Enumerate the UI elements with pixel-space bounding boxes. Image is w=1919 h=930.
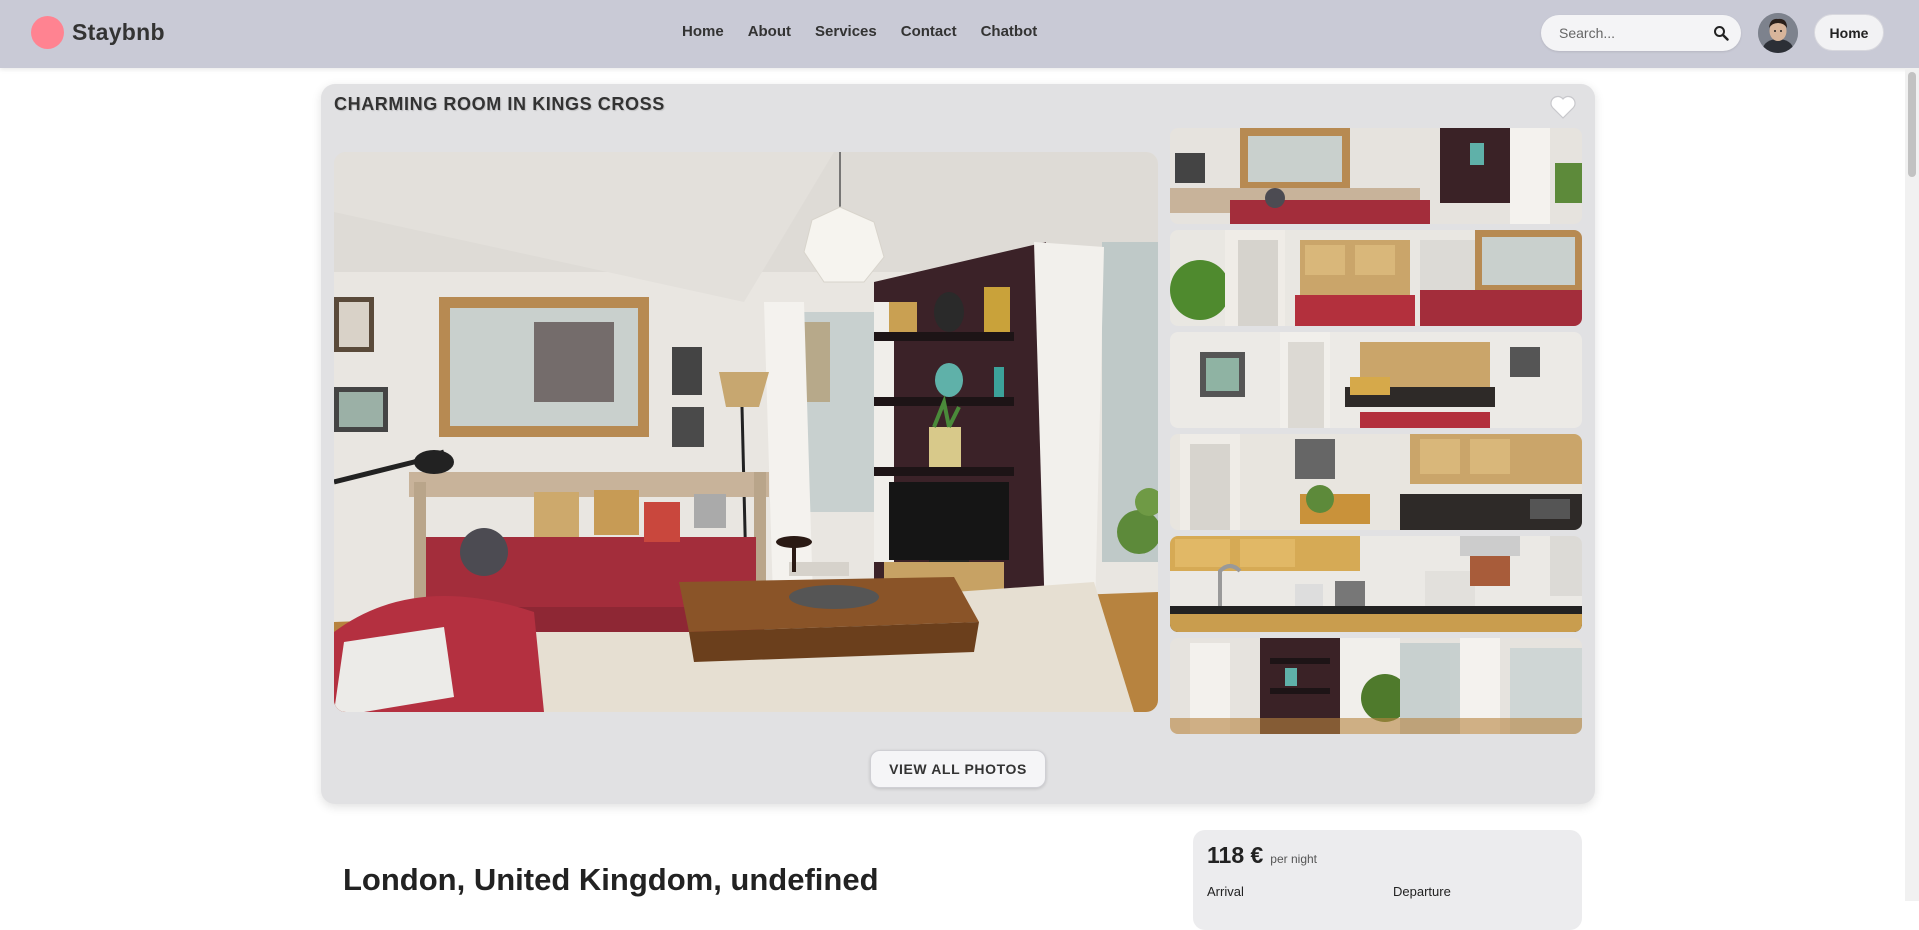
avatar-image bbox=[1758, 13, 1798, 53]
nav-contact[interactable]: Contact bbox=[901, 23, 957, 40]
brand-name: Staybnb bbox=[72, 19, 165, 45]
thumbnail-2[interactable] bbox=[1170, 230, 1582, 326]
thumbnail-image bbox=[1170, 536, 1582, 632]
thumbnail-image bbox=[1170, 332, 1582, 428]
thumbnail-list bbox=[1170, 128, 1582, 734]
nav-home[interactable]: Home bbox=[682, 23, 724, 40]
top-navbar: Staybnb Home About Services Contact Chat… bbox=[0, 0, 1919, 68]
thumbnail-image bbox=[1170, 128, 1582, 224]
brand-logo[interactable]: Staybnb bbox=[31, 16, 165, 49]
living-room-image bbox=[334, 152, 1158, 712]
departure-label: Departure bbox=[1393, 884, 1451, 899]
main-photo[interactable] bbox=[334, 152, 1158, 712]
thumbnail-image bbox=[1170, 638, 1582, 734]
per-night-label: per night bbox=[1270, 852, 1317, 866]
thumbnail-4[interactable] bbox=[1170, 434, 1582, 530]
nav-about[interactable]: About bbox=[748, 23, 791, 40]
listing-location: London, United Kingdom, undefined bbox=[343, 862, 879, 897]
nightly-price: 118 € bbox=[1207, 842, 1264, 868]
nav-chatbot[interactable]: Chatbot bbox=[981, 23, 1038, 40]
booking-card: 118 € per night Arrival Departure bbox=[1193, 830, 1582, 930]
thumbnail-6[interactable] bbox=[1170, 638, 1582, 734]
thumbnail-image bbox=[1170, 230, 1582, 326]
thumbnail-image bbox=[1170, 434, 1582, 530]
page-scrollbar[interactable] bbox=[1905, 68, 1919, 901]
user-avatar[interactable] bbox=[1758, 13, 1798, 53]
nav-services[interactable]: Services bbox=[815, 23, 877, 40]
arrival-label: Arrival bbox=[1207, 884, 1244, 899]
view-all-photos-button[interactable]: VIEW ALL PHOTOS bbox=[870, 750, 1046, 788]
home-button[interactable]: Home bbox=[1814, 14, 1884, 51]
thumbnail-3[interactable] bbox=[1170, 332, 1582, 428]
thumbnail-5[interactable] bbox=[1170, 536, 1582, 632]
search-icon[interactable] bbox=[1713, 25, 1729, 41]
scrollbar-thumb[interactable] bbox=[1908, 72, 1916, 177]
listing-title: CHARMING ROOM IN KINGS CROSS bbox=[334, 94, 665, 114]
search-input[interactable] bbox=[1559, 25, 1713, 41]
date-labels: Arrival Departure bbox=[1207, 884, 1567, 899]
photo-gallery-card: CHARMING ROOM IN KINGS CROSS VIEW ALL PH… bbox=[321, 84, 1595, 804]
price-row: 118 € per night bbox=[1207, 842, 1568, 869]
logo-mark bbox=[31, 16, 64, 49]
heart-icon[interactable] bbox=[1549, 94, 1577, 120]
thumbnail-1[interactable] bbox=[1170, 128, 1582, 224]
main-nav: Home About Services Contact Chatbot bbox=[682, 23, 1037, 40]
search-bar bbox=[1541, 15, 1741, 51]
